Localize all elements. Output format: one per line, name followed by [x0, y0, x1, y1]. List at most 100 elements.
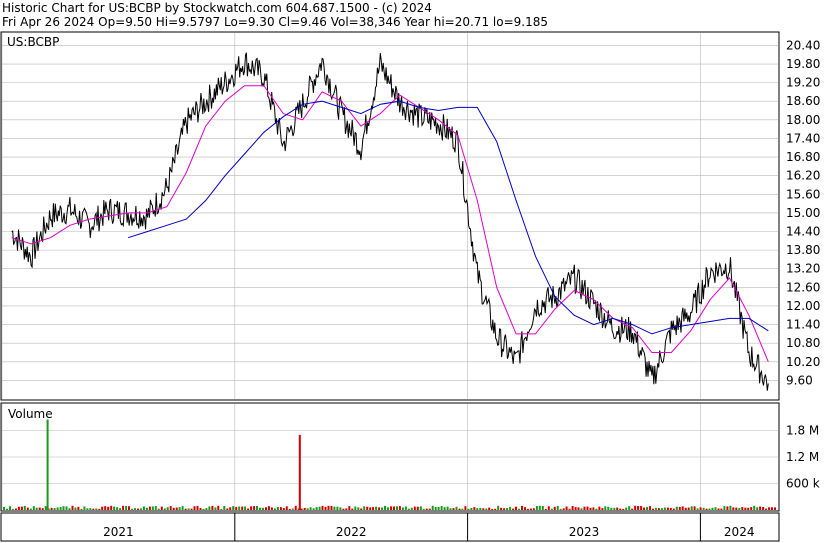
volume-bar: [68, 508, 71, 510]
volume-bar: [396, 506, 398, 510]
volume-bar: [41, 508, 44, 510]
volume-bar: [693, 506, 696, 510]
volume-bar: [321, 505, 324, 510]
volume-bar: [44, 506, 47, 510]
volume-bar: [113, 506, 116, 510]
volume-bar: [154, 506, 157, 510]
volume-bar: [595, 508, 598, 510]
volume-bar: [732, 507, 735, 510]
volume-bar: [366, 506, 369, 510]
price-tick-label: 17.40: [786, 131, 820, 145]
volume-bar: [714, 507, 717, 510]
volume-bar: [172, 507, 175, 510]
volume-tick-label: 1.2 M: [786, 450, 819, 464]
volume-bar: [768, 507, 771, 510]
volume-bar: [62, 506, 65, 510]
volume-bar: [166, 507, 169, 510]
volume-bar: [589, 507, 592, 510]
volume-bar: [449, 508, 452, 510]
volume-bar: [574, 507, 577, 510]
volume-bar: [559, 508, 562, 510]
volume-bar: [652, 508, 654, 510]
volume-bar: [524, 507, 526, 510]
volume-bar: [74, 507, 77, 510]
volume-bar: [265, 507, 267, 510]
volume-bar: [443, 507, 446, 510]
volume-bar: [14, 508, 17, 510]
volume-bar: [324, 506, 327, 510]
volume-bar: [717, 508, 720, 510]
volume-bar: [253, 506, 256, 510]
volume-bar: [315, 507, 318, 510]
volume-bar: [634, 505, 637, 510]
volume-bar: [509, 507, 512, 510]
volume-bar: [699, 507, 702, 510]
volume-bar: [163, 508, 166, 510]
x-tick-label: 2023: [569, 525, 600, 539]
volume-bar: [482, 508, 485, 510]
volume-bar: [720, 508, 723, 510]
volume-bar: [610, 507, 613, 510]
volume-bar: [199, 508, 202, 510]
volume-bar: [637, 506, 640, 510]
volume-bar: [309, 507, 312, 510]
volume-bar: [622, 508, 625, 510]
volume-bar: [663, 507, 666, 510]
volume-bar: [690, 506, 693, 510]
volume-bar: [244, 506, 247, 510]
volume-bar: [196, 505, 199, 510]
volume-title: Volume: [8, 407, 53, 421]
volume-bar: [479, 507, 482, 510]
volume-bar: [333, 506, 336, 510]
volume-bar: [741, 507, 744, 510]
volume-bar: [553, 506, 556, 510]
volume-bar: [187, 508, 190, 510]
volume-bar: [345, 508, 348, 510]
volume-bar: [142, 506, 145, 510]
volume-bar: [107, 506, 110, 510]
volume-bar: [532, 508, 535, 510]
volume-bar: [738, 508, 741, 510]
volume-bar: [372, 507, 375, 510]
volume-bar: [291, 508, 294, 510]
volume-bar: [616, 507, 619, 510]
volume-bar: [270, 507, 273, 510]
volume-tick-label: 600 k: [786, 477, 820, 491]
volume-bar: [181, 506, 184, 510]
price-tick-label: 16.80: [786, 150, 820, 164]
volume-bar: [729, 505, 732, 510]
volume-bar: [318, 506, 321, 510]
volume-bar: [672, 508, 675, 510]
price-tick-label: 12.60: [786, 280, 820, 294]
volume-bar: [303, 507, 306, 510]
volume-bar: [705, 508, 708, 510]
price-panel: [0, 31, 780, 401]
volume-bar: [568, 508, 571, 510]
price-tick-label: 18.60: [786, 94, 820, 108]
volume-bar: [294, 505, 297, 510]
volume-bar: [282, 508, 285, 510]
price-tick-label: 13.80: [786, 243, 820, 257]
volume-bar: [119, 508, 122, 510]
volume-bar: [556, 505, 559, 510]
volume-bar: [169, 506, 172, 510]
volume-bar: [351, 508, 354, 510]
volume-bar: [756, 507, 759, 510]
volume-bar: [238, 506, 241, 510]
volume-bar: [306, 508, 309, 510]
volume-bar: [336, 506, 339, 510]
volume-bar: [473, 507, 476, 510]
volume-bar: [71, 505, 74, 510]
volume-bar: [32, 506, 35, 510]
volume-bar: [494, 508, 497, 510]
volume-bar: [65, 506, 68, 510]
volume-bar: [50, 507, 53, 510]
volume-bar: [354, 506, 357, 510]
volume-bar: [205, 508, 208, 510]
volume-bar: [762, 507, 765, 510]
price-tick-label: 15.60: [786, 187, 820, 201]
volume-bar: [431, 505, 434, 510]
volume-bar: [148, 506, 151, 510]
volume-bar: [401, 507, 404, 510]
volume-bar: [503, 508, 506, 510]
